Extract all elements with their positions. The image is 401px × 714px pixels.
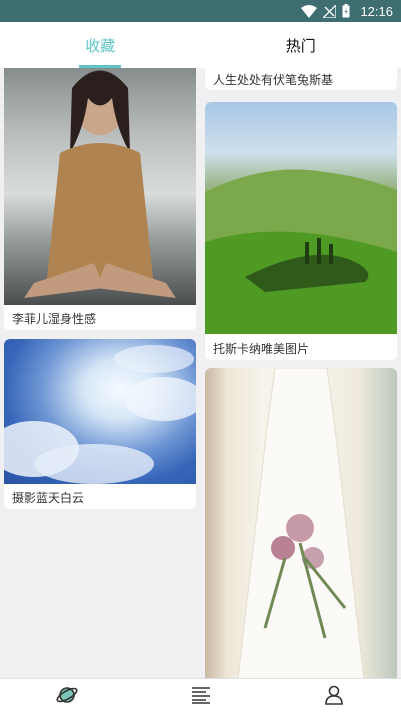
list-icon: [191, 686, 211, 708]
user-icon: [325, 685, 343, 709]
top-tabs: 收藏 热门: [0, 22, 401, 68]
card-image: [4, 68, 196, 305]
card-image: [205, 102, 397, 334]
card-caption: 托斯卡纳唯美图片: [205, 336, 397, 360]
image-feed[interactable]: 李菲儿湿身性感 摄影蓝天白云 人生处处有伏笔兔斯基 托斯卡纳唯美图片: [0, 68, 401, 678]
image-card[interactable]: 托斯卡纳唯美图片: [205, 102, 397, 360]
nav-discover[interactable]: [0, 679, 134, 714]
wifi-icon: [301, 4, 318, 18]
no-signal-icon: [323, 4, 337, 18]
status-bar: 12:16: [0, 0, 401, 22]
planet-icon: [56, 684, 78, 710]
image-card[interactable]: 摄影蓝天白云: [4, 339, 196, 509]
card-image: [4, 339, 196, 484]
card-image: [205, 368, 397, 678]
card-caption: 李菲儿湿身性感: [4, 306, 196, 330]
image-card[interactable]: 李菲儿湿身性感: [4, 68, 196, 330]
bottom-nav: [0, 678, 401, 714]
status-icons: 12:16: [301, 0, 393, 22]
nav-profile[interactable]: [267, 679, 401, 714]
image-card[interactable]: [205, 368, 397, 678]
battery-icon: [342, 4, 350, 18]
status-time: 12:16: [360, 3, 393, 19]
tab-hot[interactable]: 热门: [201, 22, 401, 68]
nav-list[interactable]: [134, 679, 268, 714]
card-caption: 人生处处有伏笔兔斯基: [205, 68, 397, 90]
card-caption: 摄影蓝天白云: [4, 485, 196, 509]
image-card[interactable]: 人生处处有伏笔兔斯基: [205, 68, 397, 90]
tab-favorites[interactable]: 收藏: [0, 22, 201, 68]
